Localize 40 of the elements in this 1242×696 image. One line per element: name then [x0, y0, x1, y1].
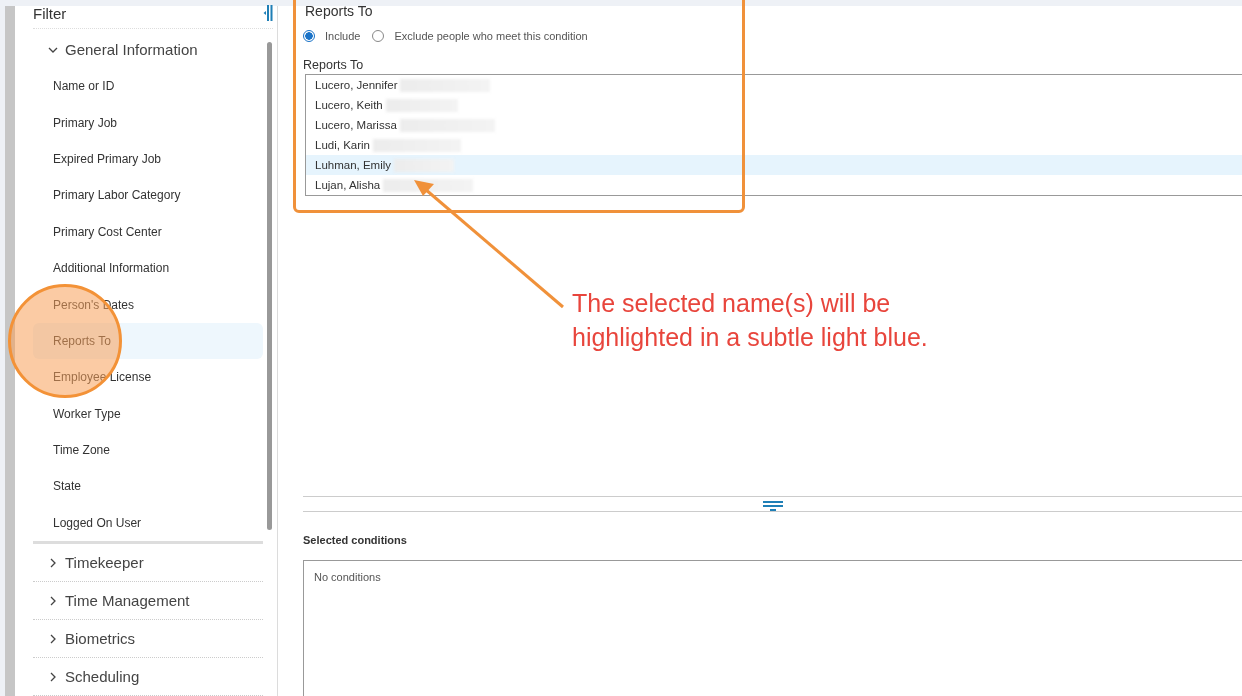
- person-row[interactable]: Lucero, Jennifer: [306, 75, 1242, 95]
- section-header[interactable]: Timekeeper: [33, 544, 144, 582]
- placeholder-text: No conditions: [314, 571, 381, 583]
- list-label: Reports To: [303, 58, 365, 74]
- filter-item[interactable]: Primary Labor Category: [33, 177, 263, 214]
- section-header[interactable]: General Information: [33, 31, 198, 68]
- filter-item[interactable]: State: [33, 468, 263, 505]
- person-row[interactable]: Lucero, Keith: [306, 95, 1242, 115]
- filter-item[interactable]: Time Zone: [33, 431, 263, 469]
- section-header[interactable]: Scheduling: [33, 658, 140, 696]
- filter-item[interactable]: Logged On User: [33, 504, 263, 542]
- filter-item[interactable]: Employee License: [33, 359, 263, 396]
- filter-item[interactable]: Additional Information: [33, 249, 263, 287]
- person-row[interactable]: Luhman, Emily: [306, 155, 1242, 175]
- filter-item[interactable]: Worker Type: [33, 395, 263, 432]
- radio-option[interactable]: Include: [303, 30, 361, 42]
- person-name: Lucero, Marissa: [315, 119, 397, 131]
- radio-button[interactable]: [372, 30, 385, 42]
- sidebar-title: Filter: [33, 4, 67, 22]
- radio-label: Include: [325, 30, 361, 42]
- radio-button[interactable]: [303, 30, 315, 42]
- person-name: Lujan, Alisha: [315, 179, 381, 191]
- filter-item[interactable]: Primary Cost Center: [33, 213, 263, 250]
- person-row[interactable]: Lucero, Marissa: [306, 115, 1242, 135]
- drag-handle-icon[interactable]: [762, 501, 783, 511]
- filter-item[interactable]: Primary Job: [33, 104, 263, 141]
- person-name: Ludi, Karin: [315, 139, 370, 151]
- condition-title: Reports To: [304, 4, 374, 21]
- person-name: Lucero, Jennifer: [315, 79, 398, 91]
- collapse-icon[interactable]: [263, 4, 273, 22]
- section-title: Selected conditions: [303, 534, 408, 546]
- annotation-text: The selected name(s) will be highlighted in a subtle light blue.: [572, 288, 929, 353]
- person-row[interactable]: Ludi, Karin: [306, 135, 1242, 155]
- person-name: Luhman, Emily: [315, 159, 392, 171]
- filter-item[interactable]: Name or ID: [33, 68, 263, 105]
- filter-item[interactable]: Expired Primary Job: [33, 140, 263, 178]
- section-header[interactable]: Biometrics: [33, 620, 135, 658]
- scrollbar[interactable]: [267, 42, 272, 530]
- person-name: Lucero, Keith: [315, 99, 383, 111]
- section-header[interactable]: Time Management: [33, 582, 190, 620]
